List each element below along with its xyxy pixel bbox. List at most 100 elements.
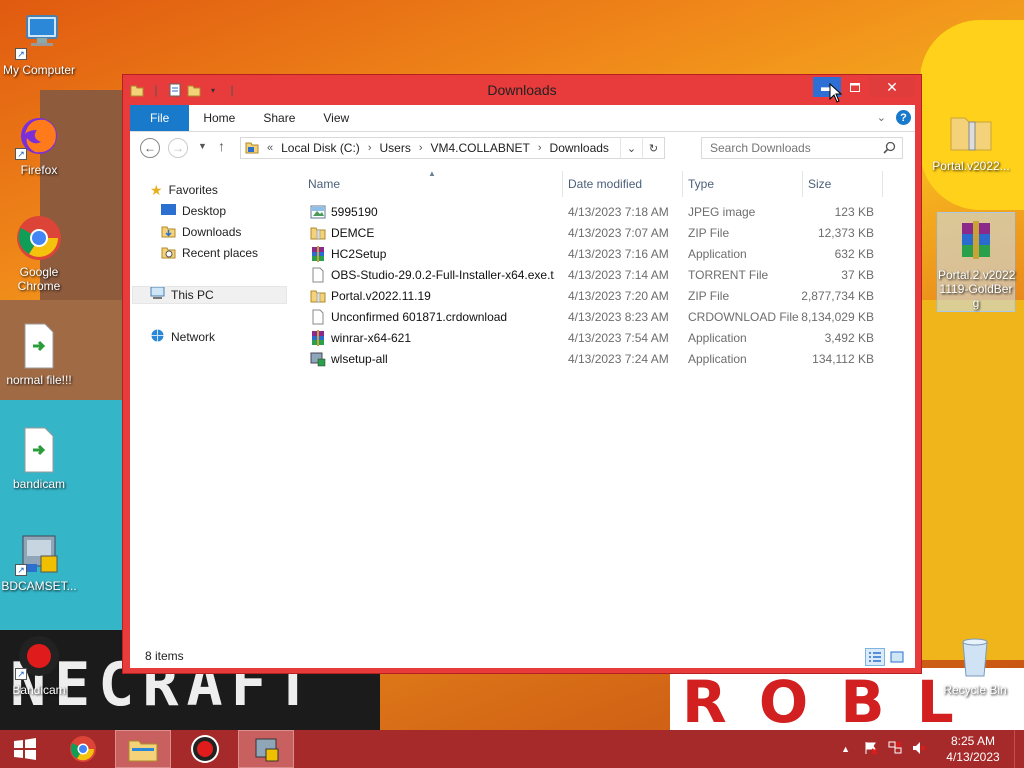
expand-ribbon-icon[interactable]: ⌄ bbox=[877, 111, 886, 124]
breadcrumb-users[interactable]: Users bbox=[379, 141, 410, 155]
column-header-size[interactable]: Size bbox=[808, 171, 831, 197]
column-header-type[interactable]: Type bbox=[688, 171, 714, 197]
taskbar-bandicam[interactable] bbox=[178, 730, 232, 768]
file-name: winrar-x64-621 bbox=[331, 330, 412, 345]
network-icon bbox=[150, 329, 165, 345]
chevron-right-icon[interactable]: › bbox=[538, 142, 542, 154]
clock[interactable]: 8:25 AM 4/13/2023 bbox=[938, 733, 1008, 765]
taskbar-chrome[interactable] bbox=[56, 730, 110, 768]
explorer-window: | ▾ | Downloads ▬ ✕ File Home Share View… bbox=[122, 74, 922, 674]
start-button[interactable] bbox=[8, 730, 42, 768]
file-date: 4/13/2023 7:24 AM bbox=[568, 351, 669, 366]
large-icons-view-icon[interactable] bbox=[887, 648, 907, 666]
downloads-icon bbox=[161, 224, 176, 241]
taskbar-installer[interactable] bbox=[238, 730, 294, 768]
table-row[interactable]: HC2Setup 4/13/2023 7:16 AM Application 632 … bbox=[310, 243, 880, 264]
back-button[interactable]: ← bbox=[140, 138, 160, 158]
desktop-icon-firefox[interactable]: ↗ Firefox bbox=[0, 112, 78, 177]
nav-downloads[interactable]: Downloads bbox=[161, 223, 241, 241]
file-date: 4/13/2023 7:14 AM bbox=[568, 267, 669, 282]
desktop-icon-bandicam[interactable]: ↗ Bandicam bbox=[0, 632, 78, 697]
breadcrumb-user[interactable]: VM4.COLLABNET bbox=[431, 141, 530, 155]
action-center-flag-icon[interactable] bbox=[864, 741, 878, 758]
chevron-right-icon[interactable]: › bbox=[419, 142, 423, 154]
help-icon[interactable]: ? bbox=[896, 110, 911, 125]
nav-favorites[interactable]: ★ Favorites bbox=[150, 181, 218, 199]
table-row[interactable]: DEMCE 4/13/2023 7:07 AM ZIP File 12,373 KB bbox=[310, 222, 880, 243]
file-size: 37 KB bbox=[841, 267, 874, 282]
item-count: 8 items bbox=[145, 649, 184, 663]
recycle-bin-icon bbox=[951, 632, 999, 680]
zip-folder-icon bbox=[947, 108, 995, 156]
address-history-dropdown[interactable]: ⌄ bbox=[620, 138, 642, 158]
table-row[interactable]: Portal.v2022.11.19 4/13/2023 7:20 AM ZIP F… bbox=[310, 285, 880, 306]
nav-this-pc[interactable]: This PC bbox=[132, 286, 287, 304]
window-body: File Home Share View ⌄ ? ← → ▼ ↑ « Local… bbox=[130, 105, 915, 668]
desktop-icon-my-computer[interactable]: ↗ My Computer bbox=[0, 12, 78, 77]
tab-view[interactable]: View bbox=[309, 105, 363, 131]
tab-file[interactable]: File bbox=[130, 105, 190, 131]
refresh-icon[interactable]: ↻ bbox=[642, 138, 664, 158]
address-bar[interactable]: « Local Disk (C:) › Users › VM4.COLLABNE… bbox=[240, 137, 665, 159]
tab-share[interactable]: Share bbox=[249, 105, 309, 131]
up-button[interactable]: ↑ bbox=[218, 138, 225, 154]
table-row[interactable]: Unconfirmed 601871.crdownload 4/13/2023 8… bbox=[310, 306, 880, 327]
file-explorer-icon bbox=[128, 740, 158, 762]
file-date: 4/13/2023 7:20 AM bbox=[568, 288, 669, 303]
nav-desktop[interactable]: Desktop bbox=[161, 202, 226, 220]
file-date: 4/13/2023 7:07 AM bbox=[568, 225, 669, 240]
nav-recent-places[interactable]: Recent places bbox=[161, 244, 258, 262]
window-titlebar[interactable]: | ▾ | Downloads ▬ ✕ bbox=[123, 75, 921, 105]
network-status-icon[interactable] bbox=[888, 740, 902, 758]
file-type: JPEG image bbox=[688, 204, 756, 219]
desktop-icon-chrome[interactable]: Google Chrome bbox=[0, 214, 78, 293]
mouse-cursor-icon bbox=[829, 82, 843, 106]
winrar-app-icon bbox=[310, 245, 326, 262]
file-size: 123 KB bbox=[834, 204, 874, 219]
table-row[interactable]: winrar-x64-621 4/13/2023 7:54 AM Applicati… bbox=[310, 327, 880, 348]
desktop-icon-portal-folder[interactable]: Portal.v2022... bbox=[932, 108, 1010, 173]
navigation-pane: ★ Favorites Desktop Downloads Recent pla… bbox=[130, 171, 295, 641]
chevron-right-icon[interactable]: › bbox=[368, 142, 372, 154]
file-type: Application bbox=[688, 330, 747, 345]
table-row[interactable]: 5995190 4/13/2023 7:18 AM JPEG image 123 KB bbox=[310, 201, 880, 222]
forward-button[interactable]: → bbox=[168, 138, 188, 158]
search-box[interactable] bbox=[701, 137, 903, 159]
tab-home[interactable]: Home bbox=[189, 105, 249, 131]
windows-logo-icon bbox=[14, 738, 36, 760]
taskbar-file-explorer[interactable] bbox=[115, 730, 171, 768]
nav-network[interactable]: Network bbox=[150, 328, 215, 346]
table-row[interactable]: wlsetup-all 4/13/2023 7:24 AM Application 1… bbox=[310, 348, 880, 369]
show-hidden-icons[interactable]: ▲ bbox=[841, 744, 850, 754]
search-icon[interactable] bbox=[883, 141, 896, 157]
table-row[interactable]: OBS-Studio-29.0.2-Full-Installer-x64.exe… bbox=[310, 264, 880, 285]
folder-icon bbox=[245, 140, 259, 157]
desktop-icon-portal-rar[interactable]: Portal.2.v2022 1119-GoldBer g bbox=[937, 212, 1015, 312]
setup-app-icon bbox=[310, 351, 326, 367]
close-button[interactable]: ✕ bbox=[869, 77, 915, 97]
file-type: ZIP File bbox=[688, 225, 730, 240]
recent-locations-icon[interactable]: ▼ bbox=[198, 141, 207, 151]
search-input[interactable] bbox=[710, 141, 880, 155]
file-size: 3,492 KB bbox=[824, 330, 874, 345]
breadcrumb-local-disk[interactable]: Local Disk (C:) bbox=[281, 141, 360, 155]
breadcrumb-downloads[interactable]: Downloads bbox=[550, 141, 609, 155]
column-header-name[interactable]: Name bbox=[308, 171, 340, 197]
show-desktop-button[interactable] bbox=[1014, 730, 1024, 768]
file-name: wlsetup-all bbox=[331, 351, 388, 366]
desktop-icon-normal-file[interactable]: normal file!!! bbox=[0, 322, 78, 387]
maximize-button[interactable] bbox=[841, 77, 869, 97]
column-header-date[interactable]: Date modified bbox=[568, 171, 642, 197]
view-switcher bbox=[865, 648, 907, 666]
file-size: 134,112 KB bbox=[812, 351, 874, 366]
window-title: Downloads bbox=[487, 82, 557, 98]
firefox-icon: ↗ bbox=[15, 112, 63, 160]
volume-muted-icon[interactable] bbox=[912, 741, 926, 758]
desktop-icon-bandicam-file[interactable]: bandicam bbox=[0, 426, 78, 491]
file-name: OBS-Studio-29.0.2-Full-Installer-x64.exe… bbox=[331, 267, 555, 282]
file-type: Application bbox=[688, 246, 747, 261]
details-view-icon[interactable] bbox=[865, 648, 885, 666]
bandicam-icon: ↗ bbox=[15, 632, 63, 680]
desktop-icon-recycle-bin[interactable]: Recycle Bin bbox=[936, 632, 1014, 697]
desktop-icon-bdcamsetup[interactable]: ↗ BDCAMSET... bbox=[0, 528, 78, 593]
